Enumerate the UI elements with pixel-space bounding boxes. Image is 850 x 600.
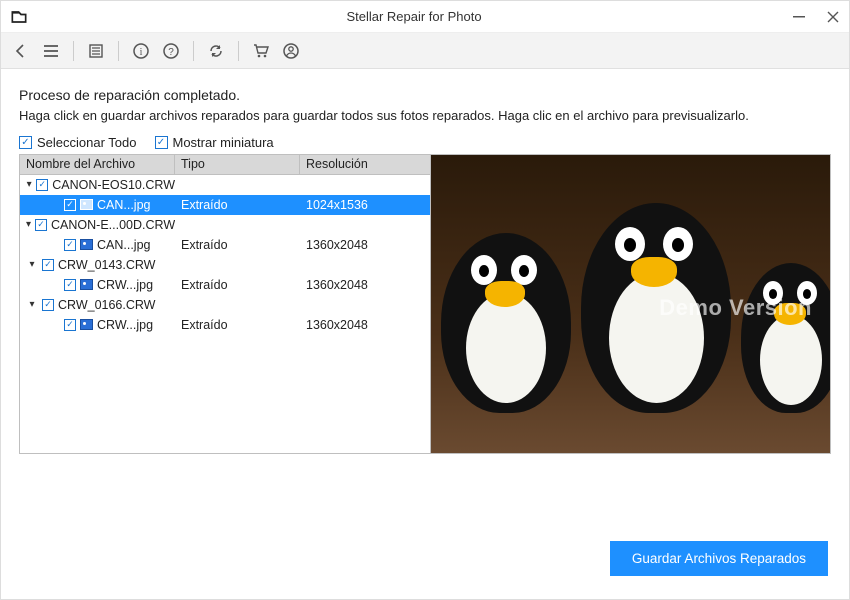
- image-file-icon: [80, 199, 93, 210]
- checkbox-icon[interactable]: ✓: [42, 299, 54, 311]
- separator: [73, 41, 74, 61]
- chevron-down-icon[interactable]: ▾: [26, 259, 38, 270]
- page-heading: Proceso de reparación completado.: [19, 87, 831, 103]
- window-title: Stellar Repair for Photo: [37, 9, 791, 24]
- back-icon[interactable]: [11, 41, 31, 61]
- chevron-down-icon[interactable]: ▾: [26, 299, 38, 310]
- tree-child-row[interactable]: ✓ CAN...jpg Extraído1024x1536: [20, 195, 430, 215]
- toolbar: i ?: [1, 33, 849, 69]
- separator: [118, 41, 119, 61]
- show-thumbnail-label: Mostrar miniatura: [173, 135, 274, 150]
- checkbox-icon[interactable]: ✓: [64, 319, 76, 331]
- show-thumbnail-checkbox[interactable]: ✓ Mostrar miniatura: [155, 135, 274, 150]
- column-name[interactable]: Nombre del Archivo: [20, 155, 175, 174]
- file-name: CANON-EOS10.CRW: [52, 178, 175, 192]
- image-file-icon: [80, 279, 93, 290]
- file-type: Extraído: [175, 278, 300, 292]
- app-icon: [9, 7, 29, 27]
- tree-body[interactable]: ▾✓CANON-EOS10.CRW✓CAN...jpgExtraído1024x…: [20, 175, 430, 453]
- tree-parent-row[interactable]: ▾ ✓ CRW_0143.CRW: [20, 255, 430, 275]
- preview-image: Demo Version: [431, 155, 830, 453]
- checkbox-icon[interactable]: ✓: [35, 219, 47, 231]
- file-tree-pane: Nombre del Archivo Tipo Resolución ▾ ✓ CAN…: [20, 155, 430, 453]
- page-subtext: Haga click en guardar archivos reparados…: [19, 107, 831, 125]
- separator: [238, 41, 239, 61]
- file-type: Extraído: [175, 238, 300, 252]
- file-resolution: 1360x2048: [300, 278, 430, 292]
- checkbox-icon[interactable]: ✓: [36, 179, 48, 191]
- content-area: Proceso de reparación completado. Haga c…: [1, 69, 849, 454]
- svg-text:?: ?: [168, 47, 174, 58]
- column-type[interactable]: Tipo: [175, 155, 300, 174]
- file-name: CRW...jpg: [97, 318, 153, 332]
- menu-icon[interactable]: [41, 41, 61, 61]
- titlebar: Stellar Repair for Photo: [1, 1, 849, 33]
- results-panel: Nombre del Archivo Tipo Resolución ▾ ✓ CAN…: [19, 154, 831, 454]
- file-name: CANON-E...00D.CRW: [51, 218, 175, 232]
- file-name: CAN...jpg: [97, 238, 151, 252]
- chevron-down-icon[interactable]: ▾: [26, 179, 32, 190]
- image-file-icon: [80, 239, 93, 250]
- file-resolution: 1024x1536: [300, 198, 430, 212]
- cart-icon[interactable]: [251, 41, 271, 61]
- file-name: CRW_0166.CRW: [58, 298, 156, 312]
- file-resolution: 1360x2048: [300, 238, 430, 252]
- list-icon[interactable]: [86, 41, 106, 61]
- options-row: ✓ Seleccionar Todo ✓ Mostrar miniatura: [19, 135, 831, 150]
- file-name: CRW_0143.CRW: [58, 258, 156, 272]
- tree-parent-row[interactable]: ▾ ✓ CANON-EOS10.CRW: [20, 175, 430, 195]
- checkbox-icon[interactable]: ✓: [64, 199, 76, 211]
- checkbox-icon[interactable]: ✓: [64, 239, 76, 251]
- tree-parent-row[interactable]: ▾ ✓ CANON-E...00D.CRW: [20, 215, 430, 235]
- watermark-text: Demo Version: [659, 295, 812, 321]
- tree-child-row[interactable]: ✓ CRW...jpg Extraído1360x2048: [20, 275, 430, 295]
- chevron-down-icon[interactable]: ▾: [26, 219, 31, 230]
- tree-child-row[interactable]: ✓ CAN...jpg Extraído1360x2048: [20, 235, 430, 255]
- save-repaired-button[interactable]: Guardar Archivos Reparados: [610, 541, 828, 576]
- tree-child-row[interactable]: ✓ CRW...jpg Extraído1360x2048: [20, 315, 430, 335]
- tree-parent-row[interactable]: ▾ ✓ CRW_0166.CRW: [20, 295, 430, 315]
- file-resolution: 1360x2048: [300, 318, 430, 332]
- separator: [193, 41, 194, 61]
- checkbox-icon[interactable]: ✓: [42, 259, 54, 271]
- file-type: Extraído: [175, 198, 300, 212]
- image-file-icon: [80, 319, 93, 330]
- file-name: CRW...jpg: [97, 278, 153, 292]
- checkbox-icon[interactable]: ✓: [64, 279, 76, 291]
- window-controls: [791, 9, 841, 25]
- checkbox-icon: ✓: [155, 136, 168, 149]
- file-type: Extraído: [175, 318, 300, 332]
- column-resolution[interactable]: Resolución: [300, 155, 430, 174]
- minimize-button[interactable]: [791, 9, 807, 25]
- user-icon[interactable]: [281, 41, 301, 61]
- help-icon[interactable]: ?: [161, 41, 181, 61]
- preview-pane: Demo Version: [430, 155, 830, 453]
- select-all-label: Seleccionar Todo: [37, 135, 137, 150]
- svg-text:i: i: [140, 47, 143, 58]
- refresh-icon[interactable]: [206, 41, 226, 61]
- close-button[interactable]: [825, 9, 841, 25]
- checkbox-icon: ✓: [19, 136, 32, 149]
- file-name: CAN...jpg: [97, 198, 151, 212]
- info-icon[interactable]: i: [131, 41, 151, 61]
- footer: Guardar Archivos Reparados: [610, 541, 828, 576]
- select-all-checkbox[interactable]: ✓ Seleccionar Todo: [19, 135, 137, 150]
- tree-header: Nombre del Archivo Tipo Resolución: [20, 155, 430, 175]
